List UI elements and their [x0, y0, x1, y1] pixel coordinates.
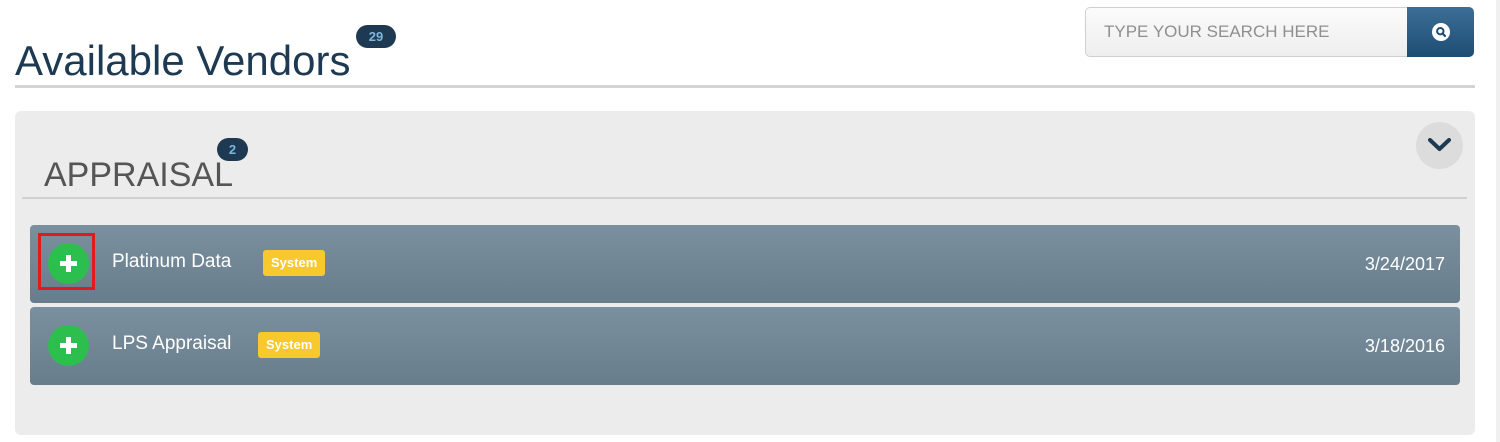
search-box: [1085, 7, 1474, 57]
search-button[interactable]: [1407, 7, 1474, 57]
collapse-toggle-button[interactable]: [1416, 122, 1463, 169]
vendor-name: LPS Appraisal: [112, 333, 232, 354]
vendor-count-badge: 29: [356, 25, 396, 48]
chevron-down-icon: [1428, 138, 1451, 151]
vendor-name: Platinum Data: [112, 251, 232, 272]
page-title: Available Vendors: [15, 37, 351, 85]
add-vendor-button[interactable]: [48, 243, 89, 284]
scrollbar[interactable]: [1496, 0, 1500, 442]
category-count-badge: 2: [217, 138, 248, 161]
category-header[interactable]: APPRAISAL 2: [22, 111, 1467, 199]
vendor-row[interactable]: Platinum Data System 3/24/2017: [30, 225, 1460, 303]
search-icon: [1431, 23, 1450, 41]
system-tag: System: [263, 250, 326, 276]
page-header: Available Vendors 29: [15, 0, 1475, 88]
search-input[interactable]: [1085, 7, 1408, 57]
vendor-date: 3/18/2016: [1364, 336, 1445, 356]
vendor-row[interactable]: LPS Appraisal System 3/18/2016: [30, 307, 1460, 385]
plus-icon: [60, 255, 77, 272]
plus-icon: [60, 337, 77, 354]
add-vendor-button[interactable]: [48, 325, 89, 366]
vendor-date: 3/24/2017: [1364, 254, 1445, 274]
system-tag: System: [258, 332, 321, 358]
category-title: APPRAISAL: [44, 156, 233, 195]
vendors-page: Available Vendors 29 APPRAISAL 2: [0, 0, 1500, 442]
category-panel-appraisal: APPRAISAL 2 Platinum Data System 3/24/20…: [15, 111, 1475, 435]
